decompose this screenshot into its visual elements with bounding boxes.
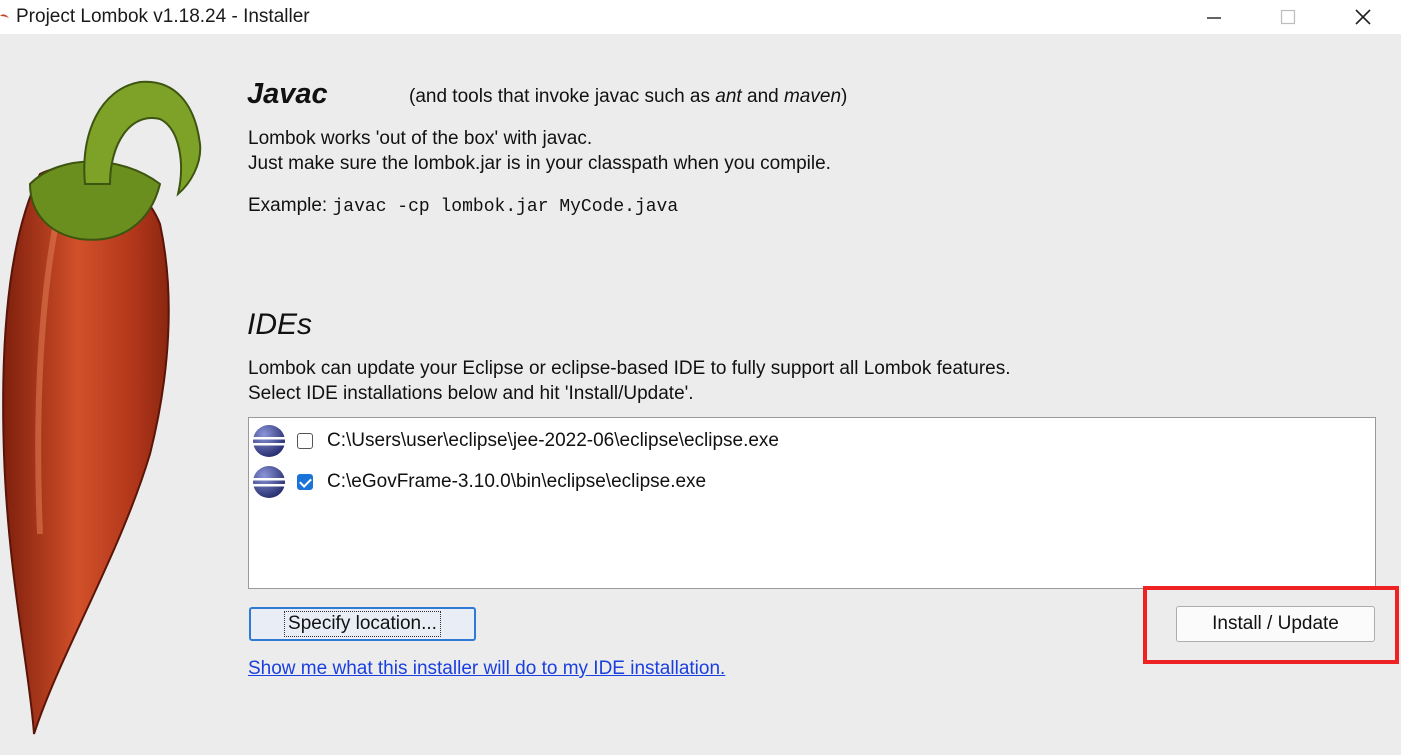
title-bar: Project Lombok v1.18.24 - Installer: [0, 0, 1401, 34]
lombok-logo-icon: [0, 14, 9, 18]
javac-description-line2: Just make sure the lombok.jar is in your…: [248, 153, 831, 174]
ide-path: C:\Users\user\eclipse\jee-2022-06\eclips…: [327, 430, 780, 451]
javac-note: (and tools that invoke javac such as ant…: [409, 86, 848, 107]
ide-installation-item[interactable]: C:\eGovFrame-3.10.0\bin\eclipse\eclipse.…: [249, 463, 1375, 499]
ides-description-line1: Lombok can update your Eclipse or eclips…: [248, 358, 1011, 379]
javac-heading: Javac: [247, 78, 328, 110]
close-button[interactable]: [1333, 0, 1393, 34]
maximize-button[interactable]: [1258, 0, 1318, 34]
show-changes-link[interactable]: Show me what this installer will do to m…: [248, 658, 725, 680]
ide-installations-list[interactable]: C:\Users\user\eclipse\jee-2022-06\eclips…: [248, 417, 1376, 589]
javac-example: Example: javac -cp lombok.jar MyCode.jav…: [248, 195, 679, 217]
ide-path: C:\eGovFrame-3.10.0\bin\eclipse\eclipse.…: [327, 471, 707, 492]
chili-pepper-illustration: [2, 80, 202, 735]
window-title: Project Lombok v1.18.24 - Installer: [16, 6, 310, 27]
ides-description-line2: Select IDE installations below and hit '…: [248, 383, 694, 404]
ides-heading: IDEs: [247, 308, 313, 341]
specify-location-label: Specify location...: [284, 611, 441, 637]
maximize-icon: [1280, 9, 1296, 25]
eclipse-icon: [253, 466, 285, 498]
javac-example-code: javac -cp lombok.jar MyCode.java: [332, 197, 679, 217]
javac-description-line1: Lombok works 'out of the box' with javac…: [248, 128, 593, 149]
close-icon: [1355, 9, 1371, 25]
eclipse-icon: [253, 425, 285, 457]
minimize-button[interactable]: [1184, 0, 1244, 34]
specify-location-button[interactable]: Specify location...: [249, 607, 476, 641]
install-update-button[interactable]: Install / Update: [1176, 606, 1375, 642]
ide-checkbox[interactable]: [297, 433, 313, 449]
ide-installation-item[interactable]: C:\Users\user\eclipse\jee-2022-06\eclips…: [249, 422, 1375, 458]
minimize-icon: [1207, 17, 1221, 19]
ide-checkbox-checked[interactable]: [297, 474, 313, 490]
